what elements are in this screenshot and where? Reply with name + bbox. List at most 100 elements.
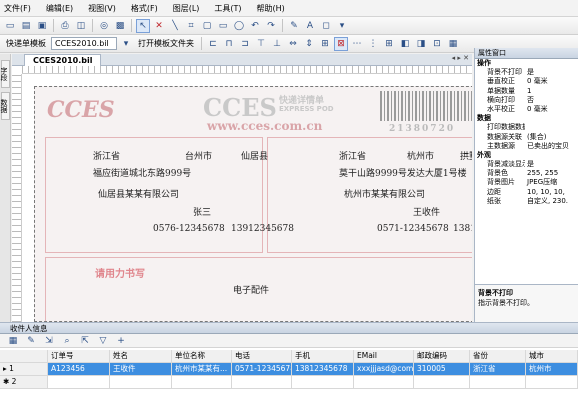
receiver-street[interactable]: 莫干山路9999号发达大厦1号楼 — [339, 166, 467, 179]
crop-icon[interactable]: ⌗ — [184, 19, 198, 33]
column-header[interactable]: 电话 — [232, 350, 292, 362]
property-row[interactable]: 单据数量 1 — [475, 87, 578, 96]
rounded-rect-icon[interactable]: ▭ — [216, 19, 230, 33]
print-icon[interactable]: ⎙ — [58, 19, 72, 33]
sender-city[interactable]: 台州市 — [185, 149, 212, 162]
edit-icon[interactable]: ✎ — [24, 334, 38, 348]
property-value[interactable]: 是 — [525, 160, 578, 169]
item-description[interactable]: 电子配件 — [233, 283, 269, 296]
send-back-icon[interactable]: ◨ — [414, 37, 428, 51]
table-cell[interactable]: xxxjjjasd@comp... — [354, 363, 414, 375]
row-marker[interactable]: ▸ 1 — [0, 363, 48, 375]
pencil-icon[interactable]: ✎ — [287, 19, 301, 33]
align-left-icon[interactable]: ⊏ — [206, 37, 220, 51]
import-icon[interactable]: ⇲ — [42, 334, 56, 348]
ellipse-icon[interactable]: ◯ — [232, 19, 246, 33]
delete-icon[interactable]: ✕ — [152, 19, 166, 33]
sender-mobile[interactable]: 13912345678 — [231, 224, 294, 234]
table-cell[interactable] — [232, 376, 292, 388]
table-cell[interactable]: 310005 — [414, 363, 470, 375]
table-cell[interactable]: 杭州市某某有... — [172, 363, 232, 375]
menu-view[interactable]: 视图(V) — [88, 3, 116, 14]
property-category[interactable]: 操作 — [475, 59, 578, 68]
property-row[interactable]: 横向打印 否 — [475, 96, 578, 105]
property-row[interactable]: 背景不打印是 — [475, 68, 578, 77]
waybill-form[interactable]: CCES CCES 快递详情单 EXPRESS POD www.cces.com… — [34, 86, 472, 322]
align-middle-icon[interactable]: ⊥ — [270, 37, 284, 51]
table-row[interactable]: ▸ 1 A123456 王收件 杭州市某某有... 0571-12345678 13812… — [0, 363, 578, 376]
template-combo[interactable]: CCES2010.bil — [51, 37, 117, 50]
receiver-city[interactable]: 杭州市 — [407, 149, 434, 162]
table-cell[interactable] — [414, 376, 470, 388]
export-icon[interactable]: ⇱ — [78, 334, 92, 348]
tab-fields[interactable]: 字段 — [0, 60, 10, 88]
close-icon[interactable]: ✕ — [463, 54, 469, 62]
sender-phone[interactable]: 0576-12345678 — [153, 224, 225, 234]
column-header[interactable]: 省份 — [470, 350, 526, 362]
more-icon[interactable]: ▾ — [335, 19, 349, 33]
table-cell[interactable]: A123456 — [48, 363, 110, 375]
property-category[interactable]: 数据 — [475, 114, 578, 123]
table-cell[interactable]: 杭州市 — [526, 363, 578, 375]
align-top-icon[interactable]: ⊤ — [254, 37, 268, 51]
property-value[interactable]: 255, 255 — [525, 169, 578, 178]
globe-icon[interactable]: ◎ — [97, 19, 111, 33]
space-v-icon[interactable]: ⋮ — [366, 37, 380, 51]
receiver-mobile[interactable]: 13812 — [453, 224, 472, 234]
open-template-folder-button[interactable]: 打开模板文件夹 — [135, 38, 197, 49]
property-value[interactable]: 0 毫米 — [525, 105, 578, 114]
add-row-icon[interactable]: + — [114, 334, 128, 348]
search-icon[interactable]: ⌕ — [60, 334, 74, 348]
column-header[interactable]: 邮政编码 — [414, 350, 470, 362]
property-value[interactable]: 已卖出的宝贝 — [525, 142, 578, 151]
column-header[interactable]: 城市 — [526, 350, 578, 362]
close-box-icon[interactable]: ⊠ — [334, 36, 348, 51]
property-value[interactable]: 自定义, 230. — [525, 197, 578, 206]
row-marker[interactable]: ✱ 2 — [0, 376, 48, 388]
filter-icon[interactable]: ▽ — [96, 334, 110, 348]
print-preview-icon[interactable]: ◫ — [74, 19, 88, 33]
same-height-icon[interactable]: ⇕ — [302, 37, 316, 51]
align-right-icon[interactable]: ⊐ — [238, 37, 252, 51]
table-cell[interactable] — [354, 376, 414, 388]
property-category[interactable]: 外观 — [475, 151, 578, 160]
open-folder-icon[interactable]: ▤ — [19, 19, 33, 33]
scroll-right-icon[interactable]: ▸ — [457, 54, 461, 62]
undo-icon[interactable]: ↶ — [248, 19, 262, 33]
column-header[interactable]: EMail — [354, 350, 414, 362]
sender-county[interactable]: 仙居县 — [241, 149, 268, 162]
table-cell[interactable]: 0571-12345678 — [232, 363, 292, 375]
menu-edit[interactable]: 编辑(E) — [46, 3, 73, 14]
property-value[interactable]: (集合) — [525, 133, 578, 142]
image-icon[interactable]: ▩ — [113, 19, 127, 33]
menu-file[interactable]: 文件(F) — [4, 3, 31, 14]
receiver-name[interactable]: 王收件 — [413, 205, 440, 218]
same-width-icon[interactable]: ⇔ — [286, 37, 300, 51]
property-value[interactable]: 0 毫米 — [525, 77, 578, 86]
menu-help[interactable]: 帮助(H) — [257, 3, 285, 14]
property-row[interactable]: 打印数据数据 — [475, 123, 578, 132]
property-value[interactable]: 10, 10, 10, — [525, 188, 578, 197]
lock-icon[interactable]: ⊡ — [430, 37, 444, 51]
rectangle-icon[interactable]: ▢ — [200, 19, 214, 33]
property-value[interactable]: 1 — [525, 87, 578, 96]
pointer-icon[interactable]: ↖ — [136, 18, 150, 33]
menu-format[interactable]: 格式(F) — [131, 3, 158, 14]
chevron-down-icon[interactable]: ▾ — [119, 37, 133, 51]
property-row[interactable]: 数据源关联 (集合) — [475, 133, 578, 142]
grid-view-icon[interactable]: ▦ — [6, 334, 20, 348]
table-cell[interactable] — [48, 376, 110, 388]
group-icon[interactable]: ▦ — [446, 37, 460, 51]
property-row[interactable]: 背景减淡显示是 — [475, 160, 578, 169]
design-canvas[interactable]: CCES CCES 快递详情单 EXPRESS POD www.cces.com… — [12, 66, 472, 322]
property-value[interactable]: JPEG压缩 — [525, 178, 578, 187]
document-tab[interactable]: CCES2010.bil — [24, 54, 102, 66]
scroll-left-icon[interactable]: ◂ — [452, 54, 456, 62]
column-header[interactable]: 单位名称 — [172, 350, 232, 362]
table-cell[interactable] — [110, 376, 172, 388]
grid-icon[interactable]: ⊞ — [382, 37, 396, 51]
table-cell[interactable] — [292, 376, 354, 388]
table-cell[interactable]: 13812345678 — [292, 363, 354, 375]
sender-name[interactable]: 张三 — [193, 205, 211, 218]
property-value[interactable]: 否 — [525, 96, 578, 105]
